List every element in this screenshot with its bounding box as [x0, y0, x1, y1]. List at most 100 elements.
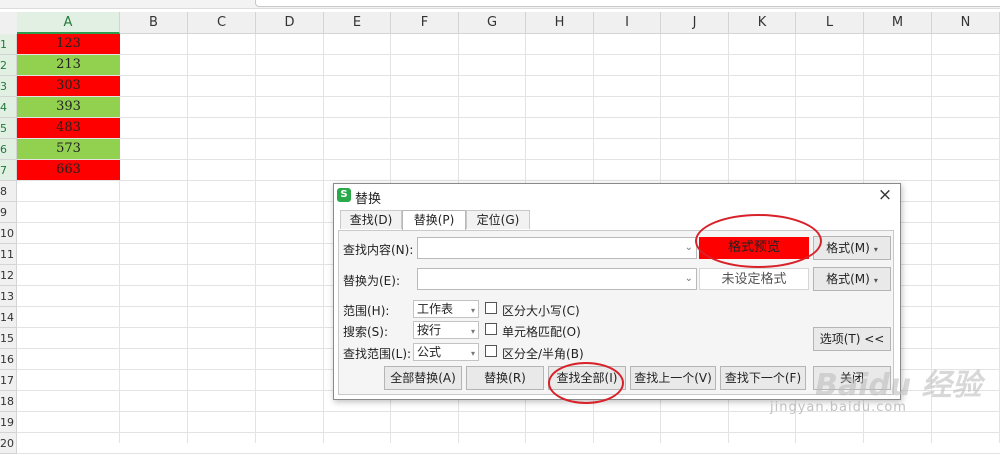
row-header-4[interactable]: 4: [0, 97, 17, 118]
row-header-7[interactable]: 7: [0, 160, 17, 181]
cell-a2[interactable]: 213: [17, 55, 120, 75]
row-header-11[interactable]: 11: [0, 244, 17, 265]
row-header-8[interactable]: 8: [0, 181, 17, 202]
column-header-h[interactable]: H: [526, 12, 594, 34]
scope-label: 范围(H):: [343, 304, 390, 318]
grid-row-line: [17, 117, 1000, 118]
column-header-e[interactable]: E: [324, 12, 391, 34]
find-format-button[interactable]: 格式(M) ▾: [813, 236, 891, 260]
column-header-m[interactable]: M: [864, 12, 932, 34]
row-header-5[interactable]: 5: [0, 118, 17, 139]
lookin-label: 查找范围(L):: [343, 347, 412, 361]
column-header-b[interactable]: B: [120, 12, 188, 34]
grid-row-line: [17, 138, 1000, 139]
match-case-label: 区分大小写(C): [502, 304, 580, 318]
row-header-17[interactable]: 17: [0, 370, 17, 391]
cell-a1[interactable]: 123: [17, 34, 120, 54]
tab-find[interactable]: 查找(D): [340, 210, 402, 229]
options-button[interactable]: 选项(T) <<: [813, 327, 891, 351]
replace-format-button[interactable]: 格式(M) ▾: [813, 267, 891, 291]
cell-a5[interactable]: 483: [17, 118, 120, 138]
match-cell-checkbox[interactable]: [485, 323, 497, 335]
row-header-13[interactable]: 13: [0, 286, 17, 307]
grid-row-line: [17, 432, 1000, 433]
row-header-9[interactable]: 9: [0, 202, 17, 223]
chevron-down-icon[interactable]: ⌄: [685, 242, 693, 253]
find-previous-button[interactable]: 查找上一个(V): [630, 366, 716, 390]
lookin-select[interactable]: 公式 ▾: [413, 343, 479, 361]
chevron-down-icon[interactable]: ⌄: [685, 273, 693, 284]
dropdown-arrow-icon: ▾: [470, 349, 475, 358]
dropdown-arrow-icon: ▾: [470, 327, 475, 336]
find-label: 查找内容(N):: [343, 243, 414, 257]
grid-row-line: [17, 180, 1000, 181]
dialog-titlebar[interactable]: S 替换 ×: [334, 184, 900, 208]
column-header-a[interactable]: A: [17, 12, 120, 34]
match-width-checkbox[interactable]: [485, 345, 497, 357]
search-select[interactable]: 按行 ▾: [413, 321, 479, 339]
column-header-g[interactable]: G: [459, 12, 526, 34]
find-input[interactable]: ⌄: [417, 237, 697, 259]
search-label: 搜索(S):: [343, 325, 389, 339]
replace-dialog: S 替换 × 查找(D) 替换(P) 定位(G) 查找内容(N): ⌄ 格式预览…: [333, 183, 901, 400]
find-format-preview: 格式预览: [699, 237, 809, 259]
formula-input[interactable]: [255, 0, 1000, 7]
grid-row-line: [17, 96, 1000, 97]
scope-value: 工作表: [417, 302, 454, 316]
find-all-button[interactable]: 查找全部(I): [548, 366, 626, 390]
row-header-19[interactable]: 19: [0, 412, 17, 433]
cell-a6[interactable]: 573: [17, 139, 120, 159]
match-cell-label: 单元格匹配(O): [502, 325, 581, 339]
replace-format-preview: 未设定格式: [699, 268, 809, 290]
column-header-f[interactable]: F: [391, 12, 459, 34]
cell-a3[interactable]: 303: [17, 76, 120, 96]
formula-bar: [0, 0, 1000, 9]
row-header-2[interactable]: 2: [0, 55, 17, 76]
row-header-10[interactable]: 10: [0, 223, 17, 244]
close-button[interactable]: 关闭: [813, 366, 891, 390]
dialog-title: 替换: [355, 192, 382, 207]
replace-button[interactable]: 替换(R): [466, 366, 544, 390]
match-case-checkbox[interactable]: [485, 302, 497, 314]
row-header-20[interactable]: 20: [0, 433, 17, 454]
tab-goto[interactable]: 定位(G): [466, 210, 530, 229]
row-header-3[interactable]: 3: [0, 76, 17, 97]
dropdown-arrow-icon: ▾: [873, 245, 878, 254]
grid-row-line: [17, 411, 1000, 412]
column-header-c[interactable]: C: [188, 12, 256, 34]
column-header-l[interactable]: L: [796, 12, 864, 34]
row-header-6[interactable]: 6: [0, 139, 17, 160]
column-header-n[interactable]: N: [932, 12, 1000, 34]
row-header-14[interactable]: 14: [0, 307, 17, 328]
replace-input[interactable]: ⌄: [417, 268, 697, 290]
close-icon[interactable]: ×: [874, 185, 896, 205]
select-all-corner[interactable]: [0, 12, 18, 35]
match-width-label: 区分全/半角(B): [502, 347, 584, 361]
lookin-value: 公式: [417, 345, 442, 359]
cell-a7[interactable]: 663: [17, 160, 120, 180]
grid-row-line: [17, 159, 1000, 160]
search-value: 按行: [417, 323, 442, 337]
tab-replace[interactable]: 替换(P): [402, 210, 466, 231]
grid-row-line: [17, 75, 1000, 76]
column-header-i[interactable]: I: [594, 12, 661, 34]
column-header-k[interactable]: K: [729, 12, 796, 34]
replace-all-button[interactable]: 全部替换(A): [384, 366, 462, 390]
wps-sheet-icon: S: [337, 188, 351, 202]
find-next-button[interactable]: 查找下一个(F): [720, 366, 806, 390]
scope-select[interactable]: 工作表 ▾: [413, 300, 479, 318]
find-format-button-label: 格式(M): [826, 241, 870, 255]
row-header-16[interactable]: 16: [0, 349, 17, 370]
column-header-j[interactable]: J: [661, 12, 729, 34]
row-header-18[interactable]: 18: [0, 391, 17, 412]
grid-row-line: [17, 54, 1000, 55]
replace-format-button-label: 格式(M): [826, 272, 870, 286]
replace-label: 替换为(E):: [343, 274, 400, 288]
row-header-12[interactable]: 12: [0, 265, 17, 286]
cell-a4[interactable]: 393: [17, 97, 120, 117]
row-header-1[interactable]: 1: [0, 34, 17, 55]
replace-panel: 查找内容(N): ⌄ 格式预览 格式(M) ▾ 替换为(E): ⌄ 未设定格式 格…: [338, 230, 894, 395]
column-header-d[interactable]: D: [256, 12, 324, 34]
dropdown-arrow-icon: ▾: [470, 306, 475, 315]
row-header-15[interactable]: 15: [0, 328, 17, 349]
